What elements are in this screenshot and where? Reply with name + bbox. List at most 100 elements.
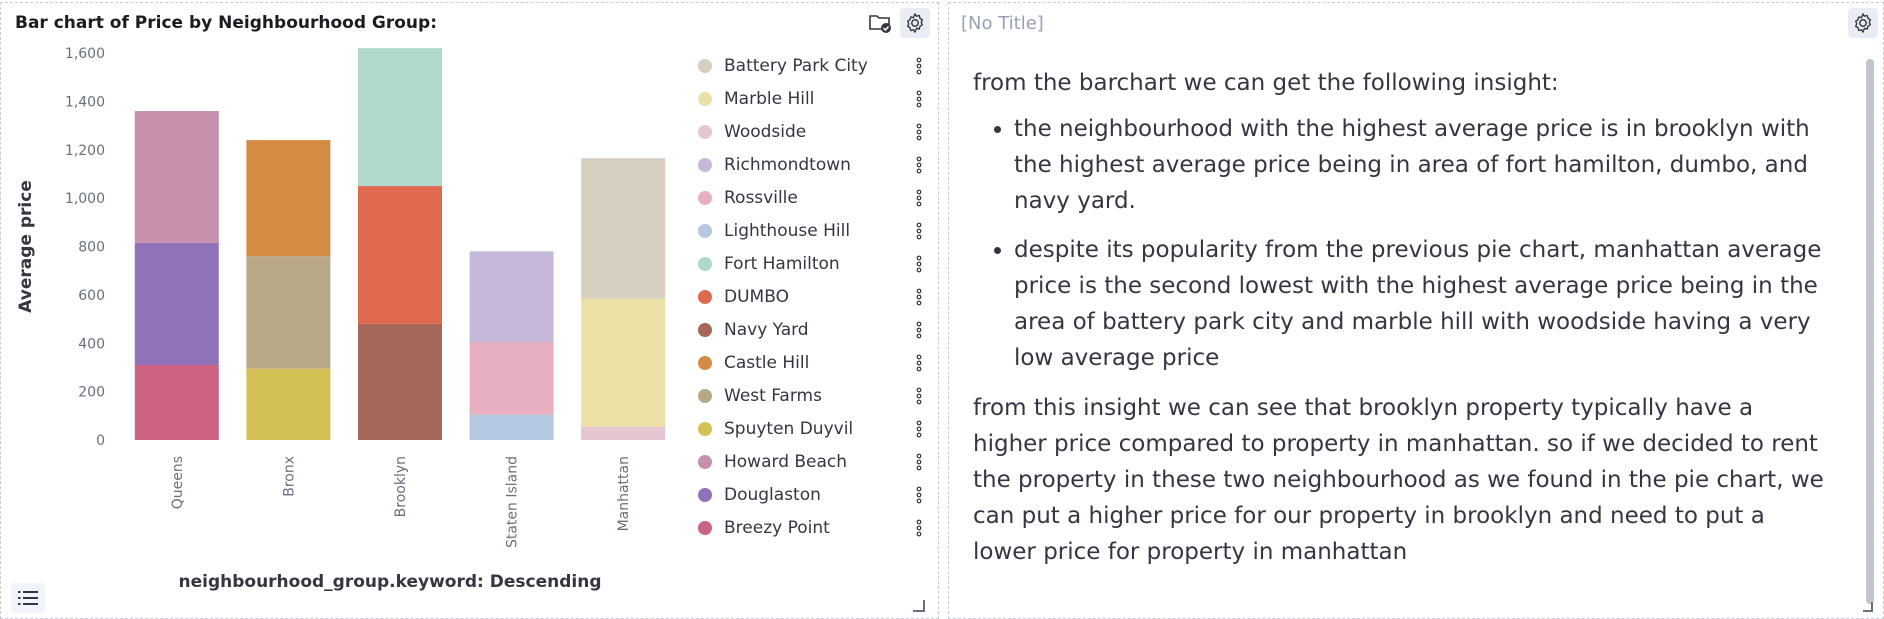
x-tick-label: Bronx <box>281 456 297 497</box>
y-tick-label: 0 <box>96 433 105 449</box>
more-vertical-icon[interactable] <box>916 486 922 504</box>
legend-swatch <box>698 91 712 106</box>
legend-label: Richmondtown <box>724 154 851 175</box>
scrollbar-thumb[interactable] <box>1866 59 1874 604</box>
legend-item[interactable]: Castle Hill <box>698 346 930 379</box>
x-tick-label: Queens <box>170 456 186 509</box>
bar-chart: 0 200 400 600 800 1,000 1,200 1,400 1,600 Average… <box>16 46 666 592</box>
legend-swatch <box>698 487 712 502</box>
legend-item[interactable]: Douglaston <box>698 478 930 511</box>
legend-item[interactable]: DUMBO <box>698 280 930 313</box>
legend-swatch <box>698 355 712 370</box>
more-vertical-icon[interactable] <box>916 189 922 207</box>
bar-segment[interactable] <box>469 414 554 440</box>
legend-label: West Farms <box>724 385 822 406</box>
x-tick-label: Staten Island <box>505 456 521 548</box>
legend-item[interactable]: Rossville <box>698 181 930 214</box>
y-tick-label: 800 <box>78 240 105 256</box>
more-vertical-icon[interactable] <box>916 156 922 174</box>
legend-swatch <box>698 520 712 535</box>
bar-segment[interactable] <box>134 111 219 243</box>
legend-item[interactable]: Marble Hill <box>698 82 930 115</box>
legend-item[interactable]: Woodside <box>698 115 930 148</box>
markdown-conclusion: from this insight we can see that brookl… <box>973 395 1824 565</box>
more-vertical-icon[interactable] <box>916 288 922 306</box>
legend-label: Fort Hamilton <box>724 253 840 274</box>
list-icon[interactable] <box>11 583 45 613</box>
bar-segment[interactable] <box>581 158 666 299</box>
bar-segment[interactable] <box>469 251 554 343</box>
markdown-panel: [No Title] from the barchart we can get … <box>948 2 1884 619</box>
bar-segment[interactable] <box>581 298 666 427</box>
y-tick-label: 1,400 <box>65 94 105 110</box>
bar-segment[interactable] <box>358 48 442 187</box>
bar-segment[interactable] <box>246 368 331 440</box>
legend-swatch <box>698 256 712 271</box>
legend-item[interactable]: Richmondtown <box>698 148 930 181</box>
resize-handle[interactable] <box>913 600 925 612</box>
y-tick-label: 1,200 <box>65 143 105 159</box>
markdown-content: from the barchart we can get the followi… <box>973 65 1833 580</box>
y-tick-label: 600 <box>78 288 105 304</box>
legend-label: Navy Yard <box>724 319 809 340</box>
legend-swatch <box>698 157 712 172</box>
chart-panel: Bar chart of Price by Neighbourhood Grou… <box>0 2 939 619</box>
legend-swatch <box>698 454 712 469</box>
more-vertical-icon[interactable] <box>916 321 922 339</box>
x-axis-title: neighbourhood_group.keyword: Descending <box>178 572 601 592</box>
resize-handle[interactable] <box>1863 602 1873 612</box>
legend-swatch <box>698 421 712 436</box>
legend-item[interactable]: Lighthouse Hill <box>698 214 930 247</box>
legend-label: Lighthouse Hill <box>724 220 851 241</box>
legend-item[interactable]: Spuyten Duyvil <box>698 412 930 445</box>
bar-segment[interactable] <box>358 323 442 440</box>
more-vertical-icon[interactable] <box>916 453 922 471</box>
more-vertical-icon[interactable] <box>916 354 922 372</box>
bar-segment[interactable] <box>246 140 331 257</box>
more-vertical-icon[interactable] <box>916 519 922 537</box>
bar-segment[interactable] <box>581 426 666 440</box>
gear-icon[interactable] <box>1848 8 1878 38</box>
more-vertical-icon[interactable] <box>916 222 922 240</box>
legend-swatch <box>698 223 712 238</box>
legend-label: Spuyten Duyvil <box>724 418 854 439</box>
legend-label: Howard Beach <box>724 451 848 472</box>
more-vertical-icon[interactable] <box>916 57 922 75</box>
scrollbar[interactable] <box>1865 51 1875 611</box>
legend-swatch <box>698 190 712 205</box>
markdown-intro: from the barchart we can get the followi… <box>973 70 1559 96</box>
folder-check-icon[interactable] <box>865 8 895 38</box>
legend-label: DUMBO <box>724 286 789 307</box>
legend-swatch <box>698 58 712 73</box>
x-tick-label: Manhattan <box>616 456 632 531</box>
bar-segment[interactable] <box>134 242 219 366</box>
bar-segment[interactable] <box>134 365 219 440</box>
more-vertical-icon[interactable] <box>916 123 922 141</box>
more-vertical-icon[interactable] <box>916 90 922 108</box>
y-tick-label: 200 <box>78 385 105 401</box>
legend-item[interactable]: Navy Yard <box>698 313 930 346</box>
legend-item[interactable]: Breezy Point <box>698 511 930 544</box>
bar-segment[interactable] <box>469 342 554 415</box>
more-vertical-icon[interactable] <box>916 387 922 405</box>
legend-item[interactable]: Fort Hamilton <box>698 247 930 280</box>
legend-label: Douglaston <box>724 484 821 505</box>
chart-legend: Battery Park City Marble Hill Woodside Rich… <box>698 49 930 544</box>
bar-segment[interactable] <box>246 256 331 369</box>
more-vertical-icon[interactable] <box>916 255 922 273</box>
legend-item[interactable]: West Farms <box>698 379 930 412</box>
legend-swatch <box>698 124 712 139</box>
insight-item: despite its popularity from the previous… <box>1014 232 1833 376</box>
more-vertical-icon[interactable] <box>916 420 922 438</box>
legend-swatch <box>698 388 712 403</box>
legend-item[interactable]: Battery Park City <box>698 49 930 82</box>
legend-label: Rossville <box>724 187 798 208</box>
markdown-panel-title: [No Title] <box>961 13 1044 34</box>
gear-icon[interactable] <box>900 8 930 38</box>
insight-item: the neighbourhood with the highest avera… <box>1014 111 1833 219</box>
insight-list: the neighbourhood with the highest avera… <box>973 111 1833 376</box>
bar-segment[interactable] <box>358 186 442 324</box>
y-axis-title: Average price <box>16 180 36 313</box>
y-tick-label: 1,600 <box>65 46 105 62</box>
legend-item[interactable]: Howard Beach <box>698 445 930 478</box>
